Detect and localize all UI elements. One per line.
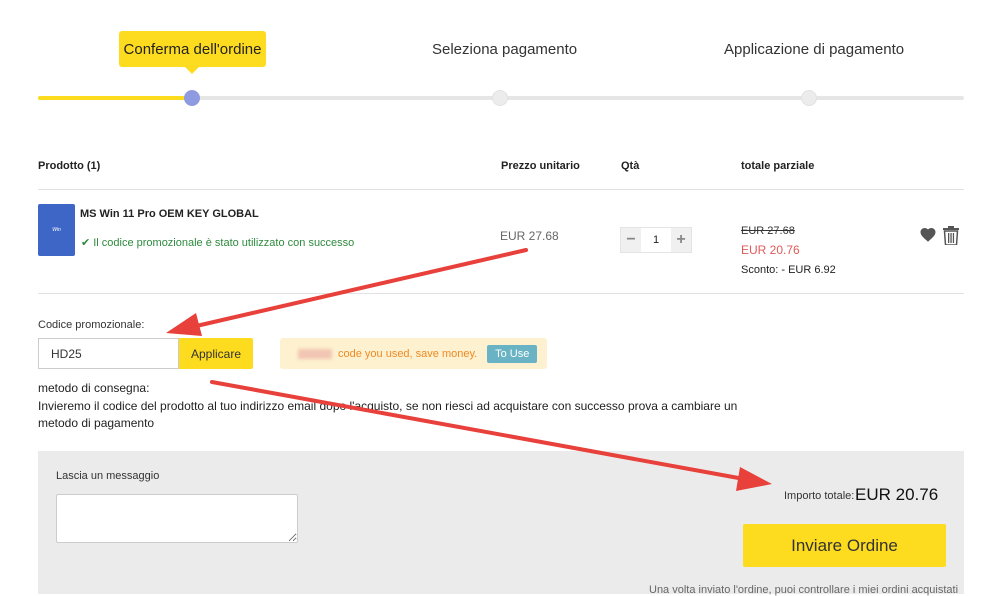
total-amount-label: Importo totale: xyxy=(784,490,855,502)
qty-decrease-button[interactable]: − xyxy=(621,228,641,252)
discounted-price: EUR 20.76 xyxy=(741,243,800,257)
coupon-suggestion: code you used, save money. To Use xyxy=(280,338,547,369)
col-header-unit-price: Prezzo unitario xyxy=(501,160,580,172)
delivery-method-text: Invieremo il codice del prodotto al tuo … xyxy=(38,399,738,430)
message-label: Lascia un messaggio xyxy=(56,470,160,482)
step-confirm-order: Conferma dell'ordine xyxy=(119,31,266,74)
to-use-button[interactable]: To Use xyxy=(487,344,538,363)
promo-success-message: ✔ Il codice promozionale è stato utilizza… xyxy=(81,236,354,249)
product-name[interactable]: MS Win 11 Pro OEM KEY GLOBAL xyxy=(80,208,259,220)
discount-amount: Sconto: - EUR 6.92 xyxy=(741,264,836,276)
promo-code-input[interactable] xyxy=(38,338,179,369)
header-divider xyxy=(38,189,964,190)
product-thumbnail[interactable]: Win xyxy=(38,204,75,256)
arrowhead-promo xyxy=(166,313,202,336)
after-order-note: Una volta inviato l'ordine, puoi control… xyxy=(649,584,959,596)
step-dot-3 xyxy=(801,90,817,106)
blurred-coupon-code xyxy=(298,348,332,359)
qty-value[interactable]: 1 xyxy=(641,228,671,252)
col-header-subtotal: totale parziale xyxy=(741,160,815,172)
step-select-payment: Seleziona pagamento xyxy=(432,41,578,58)
promo-success-text: Il codice promozionale è stato utilizzat… xyxy=(93,237,355,249)
coupon-suggestion-text: code you used, save money. xyxy=(338,347,478,360)
col-header-product: Prodotto (1) xyxy=(38,160,101,172)
original-price: EUR 27.68 xyxy=(741,225,795,237)
col-header-qty: Qtà xyxy=(621,160,640,172)
promo-code-label: Codice promozionale: xyxy=(38,319,145,331)
heart-icon[interactable] xyxy=(919,226,937,244)
step-dot-2 xyxy=(492,90,508,106)
unit-price: EUR 27.68 xyxy=(500,229,559,243)
delivery-method-title: metodo di consegna: xyxy=(38,381,150,395)
checkout-steps: Conferma dell'ordine Seleziona pagamento… xyxy=(0,0,1000,120)
row-divider xyxy=(38,293,964,294)
message-textarea[interactable] xyxy=(56,494,298,543)
submit-order-button[interactable]: Inviare Ordine xyxy=(743,524,946,567)
checkmark-icon: ✔ xyxy=(81,237,91,249)
trash-icon[interactable] xyxy=(943,226,959,245)
step-dot-1 xyxy=(184,90,200,106)
quantity-stepper: − 1 + xyxy=(620,227,692,253)
progress-fill xyxy=(38,96,193,100)
qty-increase-button[interactable]: + xyxy=(671,228,691,252)
apply-promo-button[interactable]: Applicare xyxy=(179,338,253,369)
arrow-to-promo-input xyxy=(190,248,528,329)
step-payment-application: Applicazione di pagamento xyxy=(724,41,905,58)
thumbnail-logo-text: Win xyxy=(52,227,61,233)
total-amount-value: EUR 20.76 xyxy=(855,485,939,504)
